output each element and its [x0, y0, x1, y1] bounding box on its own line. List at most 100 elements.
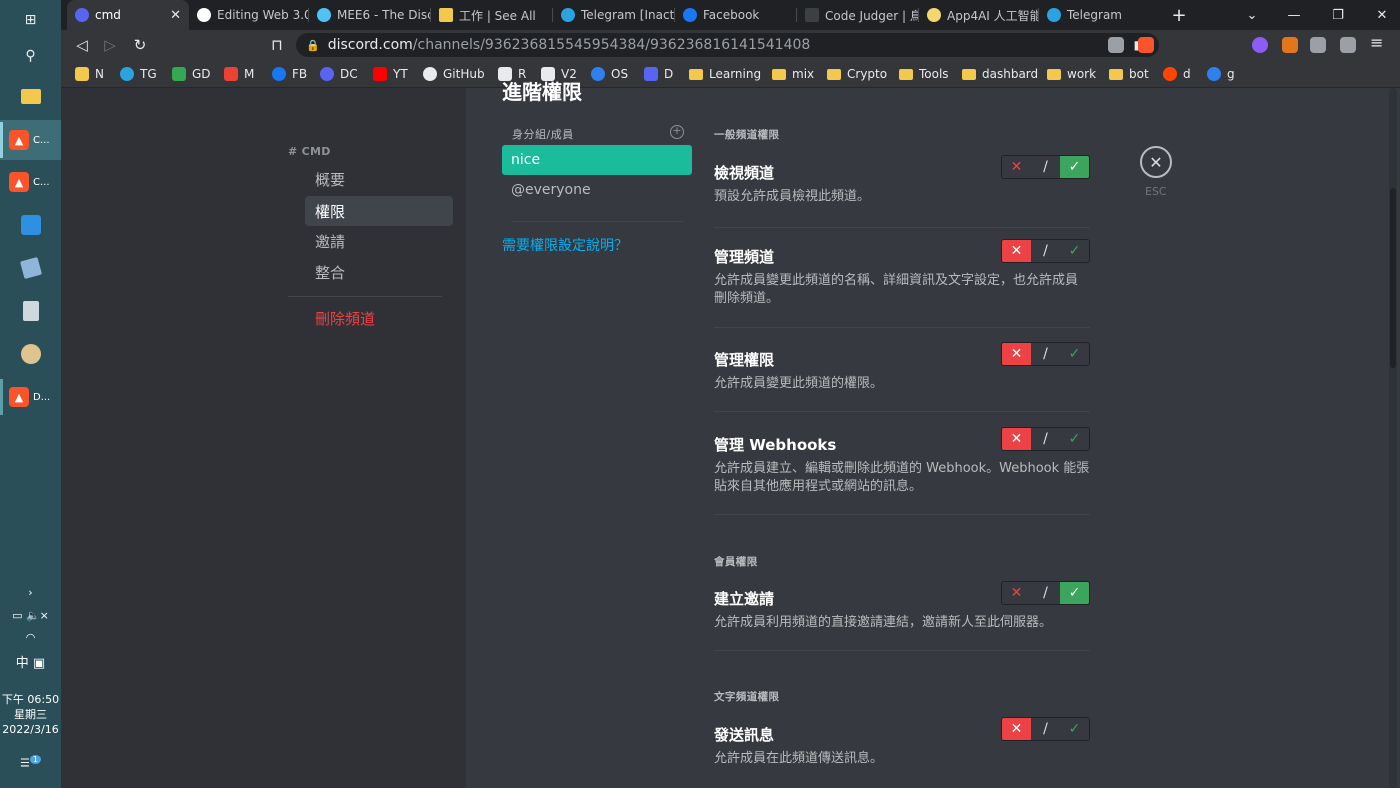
- bookmark-item[interactable]: N: [75, 66, 104, 82]
- deny-button[interactable]: ✕: [1002, 582, 1031, 604]
- maximize-button[interactable]: ❐: [1316, 0, 1360, 30]
- bookmark-item[interactable]: DC: [320, 66, 358, 82]
- vscode-icon[interactable]: [0, 205, 61, 245]
- tab-title: App4AI 人工智能: [947, 8, 1039, 23]
- browser-tab[interactable]: Telegram: [1039, 0, 1159, 30]
- deny-button[interactable]: ✕: [1002, 343, 1031, 365]
- sidebar-item-invites[interactable]: 邀請: [305, 226, 453, 256]
- allow-button[interactable]: ✓: [1060, 240, 1089, 262]
- brave-rewards-icon[interactable]: [1138, 37, 1154, 53]
- bookmark-folder[interactable]: Learning: [689, 66, 761, 82]
- pencil-icon: [75, 67, 89, 81]
- neutral-button[interactable]: /: [1031, 156, 1060, 178]
- bookmark-folder[interactable]: Tools: [899, 66, 949, 82]
- minimize-button[interactable]: —: [1272, 0, 1316, 30]
- neutral-button[interactable]: /: [1031, 240, 1060, 262]
- browser-tab[interactable]: MEE6 - The Disco: [309, 0, 431, 30]
- allow-button[interactable]: ✓: [1060, 428, 1089, 450]
- bookmark-item[interactable]: FB: [272, 66, 307, 82]
- wallet-icon[interactable]: [1340, 37, 1356, 53]
- sidebar-item-overview[interactable]: 概要: [305, 164, 453, 194]
- role-item-everyone[interactable]: @everyone: [502, 175, 692, 205]
- brave-icon: ▲: [9, 387, 29, 407]
- taskbar-app-brave-1[interactable]: ▲ C...: [0, 120, 61, 160]
- window-close-button[interactable]: ✕: [1360, 0, 1400, 30]
- notes-icon[interactable]: [0, 248, 61, 288]
- bookmark-item[interactable]: d: [1163, 66, 1191, 82]
- allow-button[interactable]: ✓: [1060, 343, 1089, 365]
- clock[interactable]: 下午 06:50 星期三 2022/3/16: [0, 692, 61, 737]
- bookmark-folder[interactable]: work: [1047, 66, 1096, 82]
- bookmark-item[interactable]: GD: [172, 66, 211, 82]
- permissions-help-link[interactable]: 需要權限設定說明？: [502, 235, 628, 255]
- deny-button[interactable]: ✕: [1002, 718, 1031, 740]
- search-icon[interactable]: ⚲: [0, 36, 61, 76]
- taskbar-app-brave-3[interactable]: ▲ D...: [0, 377, 61, 417]
- url-host: discord.com: [327, 37, 413, 53]
- bookmark-item[interactable]: OS: [591, 66, 628, 82]
- windows-start-icon[interactable]: ⊞: [0, 0, 61, 40]
- roles-divider: [512, 221, 684, 222]
- deny-button[interactable]: ✕: [1002, 156, 1031, 178]
- file-explorer-icon[interactable]: [0, 76, 61, 116]
- reload-icon[interactable]: ↻: [129, 34, 151, 56]
- sidebar-item-permissions[interactable]: 權限: [305, 196, 453, 226]
- ime-indicator[interactable]: 中 ▣: [0, 656, 61, 671]
- neutral-button[interactable]: /: [1031, 582, 1060, 604]
- browser-tab[interactable]: Editing Web 3.0 D: [189, 0, 309, 30]
- new-tab-button[interactable]: +: [1157, 0, 1201, 30]
- bookmark-label: D: [664, 67, 674, 81]
- add-role-icon[interactable]: +: [670, 125, 684, 139]
- deny-button[interactable]: ✕: [1002, 428, 1031, 450]
- calculator-icon[interactable]: [0, 291, 61, 331]
- notification-center-icon[interactable]: ☰ 1: [0, 752, 61, 771]
- browser-tab[interactable]: Code Judger | 鳥: [797, 0, 919, 30]
- browser-tab[interactable]: 工作 | See All: [431, 0, 553, 30]
- bookmark-folder[interactable]: mix: [772, 66, 814, 82]
- moon-extension-icon[interactable]: [1252, 37, 1268, 53]
- allow-button[interactable]: ✓: [1060, 582, 1089, 604]
- browser-tab[interactable]: Facebook: [675, 0, 797, 30]
- browser-tab[interactable]: App4AI 人工智能: [919, 0, 1039, 30]
- close-settings-button[interactable]: ✕: [1140, 146, 1172, 178]
- bookmark-label: dashbard: [982, 67, 1039, 81]
- neutral-button[interactable]: /: [1031, 718, 1060, 740]
- browser-tab[interactable]: Telegram [Inactiv: [553, 0, 675, 30]
- browser-tab-cmd[interactable]: cmd ✕: [67, 0, 189, 30]
- sidebar-item-integrations[interactable]: 整合: [305, 257, 453, 287]
- allow-button[interactable]: ✓: [1060, 156, 1089, 178]
- scrollbar-thumb[interactable]: [1390, 188, 1396, 368]
- permission-toggle: ✕ / ✓: [1001, 342, 1090, 366]
- address-bar[interactable]: 🔒 discord.com/channels/93623681554595438…: [296, 33, 1159, 57]
- bookmark-item[interactable]: YT: [373, 66, 408, 82]
- bookmark-item[interactable]: g: [1207, 66, 1235, 82]
- neutral-button[interactable]: /: [1031, 343, 1060, 365]
- bookmark-folder[interactable]: Crypto: [827, 66, 887, 82]
- bookmark-item[interactable]: M: [224, 66, 254, 82]
- tray-overflow-chevron-icon[interactable]: ›: [0, 585, 61, 600]
- taskbar-app-brave-2[interactable]: ▲ C...: [0, 162, 61, 202]
- delete-channel-button[interactable]: 刪除頻道: [305, 303, 453, 333]
- extensions-icon[interactable]: [1310, 37, 1326, 53]
- battery-volume-icons[interactable]: ▭ 🔈×: [0, 608, 61, 623]
- folder-icon: [962, 68, 976, 80]
- deny-button[interactable]: ✕: [1002, 240, 1031, 262]
- role-item-nice[interactable]: nice: [502, 145, 692, 175]
- forward-icon[interactable]: ▷: [99, 34, 121, 56]
- neutral-button[interactable]: /: [1031, 428, 1060, 450]
- bookmark-folder[interactable]: bot: [1109, 66, 1149, 82]
- paint-icon[interactable]: [0, 334, 61, 374]
- tab-close-icon[interactable]: ✕: [170, 8, 181, 23]
- allow-button[interactable]: ✓: [1060, 718, 1089, 740]
- bookmark-folder[interactable]: dashbard: [962, 66, 1038, 82]
- wifi-icon[interactable]: ◠: [0, 630, 61, 645]
- back-icon[interactable]: ◁: [71, 34, 93, 56]
- metamask-icon[interactable]: [1282, 37, 1298, 53]
- bookmark-item[interactable]: D: [644, 66, 673, 82]
- brave-shields-icon[interactable]: [1108, 37, 1124, 53]
- bookmark-item[interactable]: TG: [120, 66, 157, 82]
- browser-menu-icon[interactable]: ≡: [1370, 33, 1386, 52]
- bookmark-item[interactable]: GitHub: [423, 66, 485, 82]
- tab-search-chevron-icon[interactable]: ⌄: [1230, 0, 1274, 30]
- bookmark-icon[interactable]: ⊓: [266, 34, 288, 56]
